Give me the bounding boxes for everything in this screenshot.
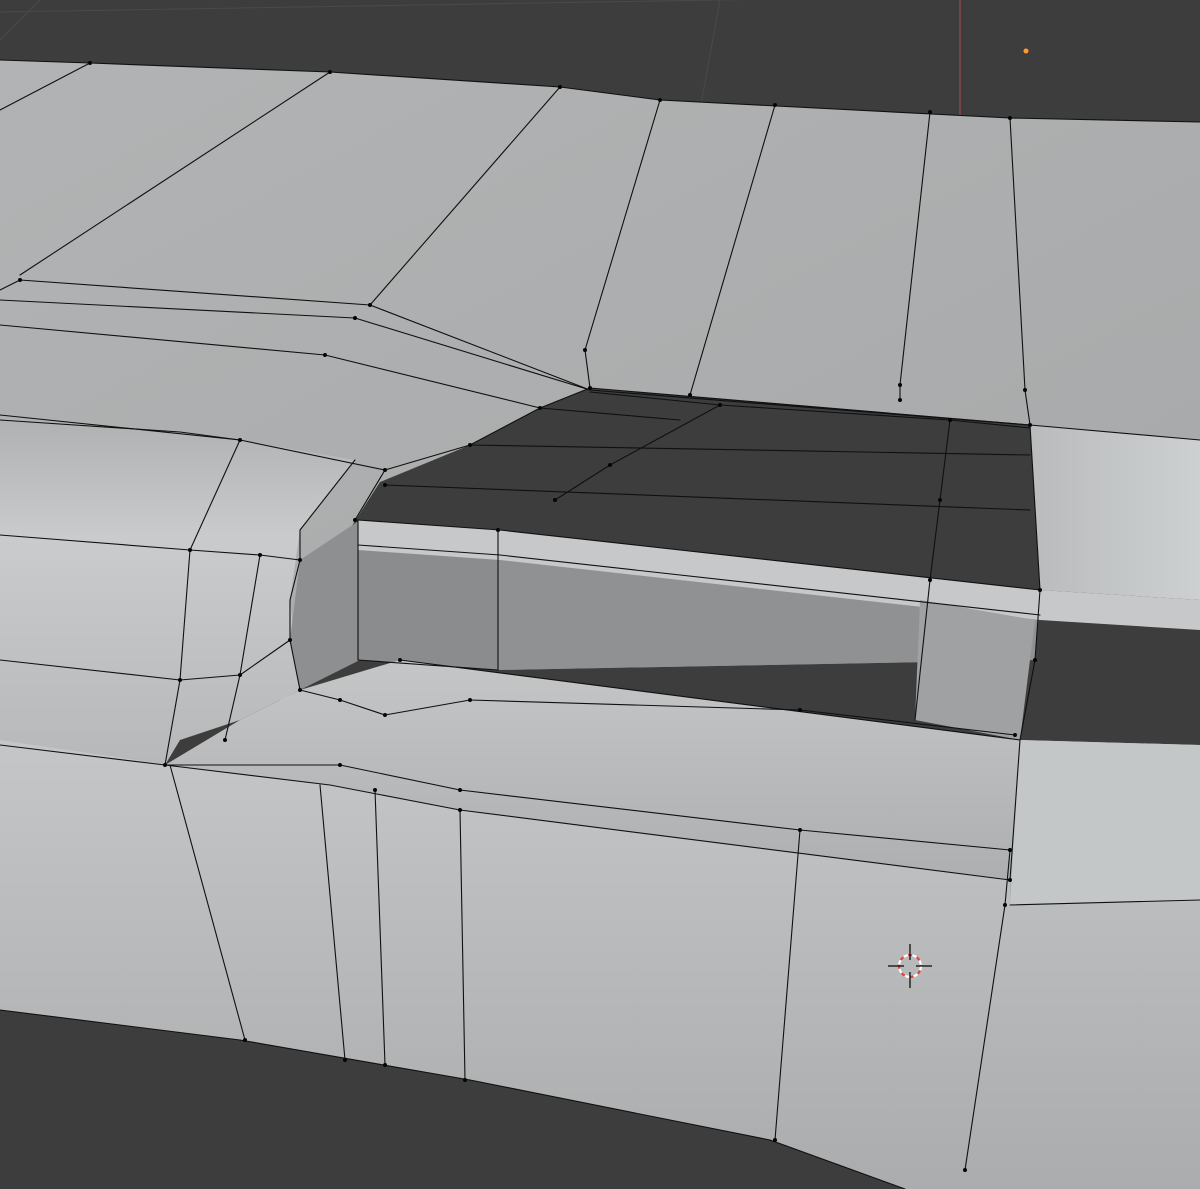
mesh-object[interactable] — [0, 60, 1200, 1189]
3d-viewport[interactable] — [0, 0, 1200, 1189]
origin-dot — [1023, 48, 1029, 54]
viewport-canvas[interactable] — [0, 0, 1200, 1189]
